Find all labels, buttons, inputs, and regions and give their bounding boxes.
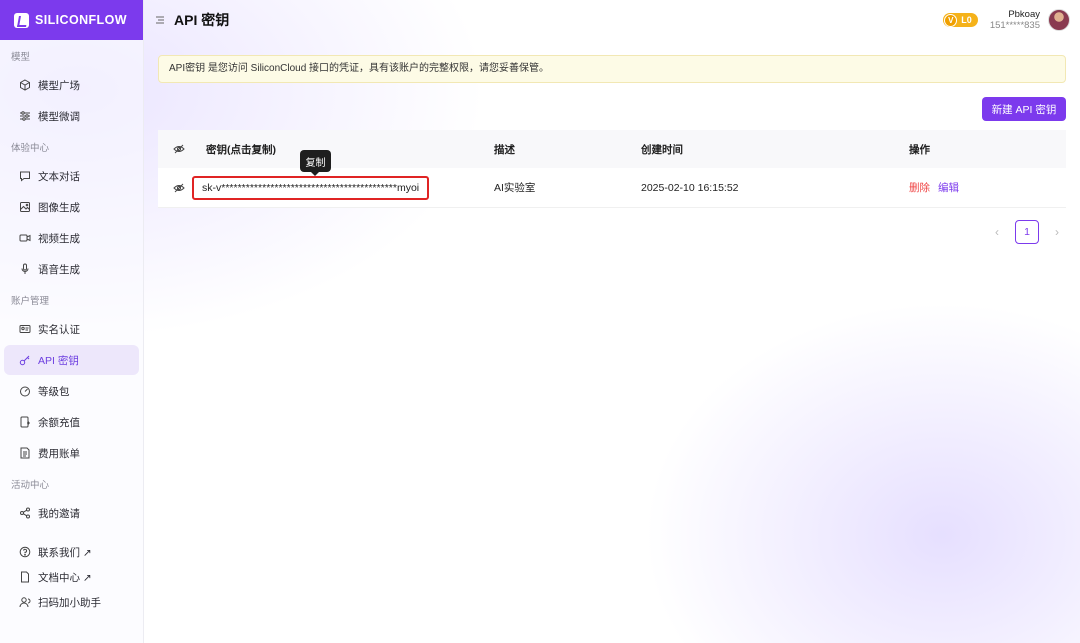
delete-link[interactable]: 删除 [909, 180, 930, 195]
user-name: Pbkoay [1008, 9, 1040, 20]
sidebar-item-label: 等级包 [38, 385, 70, 398]
column-header-created: 创建时间 [641, 143, 683, 156]
sidebar-item-image-gen[interactable]: 图像生成 [4, 192, 139, 222]
actions-cell: 删除 编辑 [909, 180, 1066, 195]
menu-collapse-icon[interactable] [154, 14, 166, 26]
user-phone: 151*****835 [989, 20, 1040, 31]
sidebar-item-label: 文本对话 [38, 170, 80, 183]
sidebar-item-video-gen[interactable]: 视频生成 [4, 223, 139, 253]
sidebar-item-assistant[interactable]: 扫码加小助手 [4, 590, 139, 614]
section-title-experience: 体验中心 [11, 143, 50, 154]
page-number-current[interactable]: 1 [1015, 220, 1039, 244]
sidebar-item-recharge[interactable]: 余额充值 [4, 407, 139, 437]
page-title: API 密钥 [174, 12, 230, 28]
sidebar-item-label: 语音生成 [38, 263, 80, 276]
description-cell: AI实验室 [494, 182, 536, 194]
key-cell: sk-v************************************… [192, 175, 494, 200]
sidebar-item-text-chat[interactable]: 文本对话 [4, 161, 139, 191]
section-title-account: 账户管理 [11, 296, 50, 307]
edit-link[interactable]: 编辑 [938, 180, 959, 195]
brand-logo[interactable]: SILICONFLOW [0, 0, 143, 40]
level-label: L0 [961, 15, 972, 25]
document-icon [19, 571, 31, 583]
video-icon [19, 232, 31, 244]
sidebar-item-label: 费用账单 [38, 447, 80, 460]
api-key-value[interactable]: sk-v************************************… [192, 175, 430, 200]
new-api-key-button[interactable]: 新建 API 密钥 [982, 97, 1066, 121]
sidebar-item-model-square[interactable]: 模型广场 [4, 70, 139, 100]
eye-off-icon [173, 182, 185, 194]
column-header-key: 密钥(点击复制) [206, 143, 276, 156]
sidebar-item-label: 图像生成 [38, 201, 80, 214]
level-badge[interactable]: V L0 [943, 13, 978, 27]
sidebar-item-voice-gen[interactable]: 语音生成 [4, 254, 139, 284]
user-area: V L0 Pbkoay 151*****835 [943, 0, 1070, 40]
share-icon [19, 507, 31, 519]
key-icon [19, 354, 31, 366]
sidebar-item-real-name[interactable]: 实名认证 [4, 314, 139, 344]
top-header: API 密钥 V L0 Pbkoay 151*****835 [144, 0, 1080, 40]
chat-icon [19, 170, 31, 182]
id-card-icon [19, 323, 31, 335]
chevron-left-icon[interactable]: ‹ [987, 220, 1007, 244]
help-icon [19, 546, 31, 558]
created-time-cell: 2025-02-10 16:15:52 [641, 181, 739, 194]
image-icon [19, 201, 31, 213]
column-header-actions: 操作 [909, 143, 930, 156]
cube-icon [19, 79, 31, 91]
sidebar-item-label: API 密钥 [38, 354, 79, 367]
brand-name: SILICONFLOW [35, 13, 127, 27]
microphone-icon [19, 263, 31, 275]
sidebar-footer: 联系我们 ↗ 文档中心 ↗ 扫码加小助手 [0, 540, 143, 614]
table-header: 密钥(点击复制) 描述 创建时间 操作 [158, 130, 1066, 168]
user-info[interactable]: Pbkoay 151*****835 [990, 9, 1040, 31]
sliders-icon [19, 110, 31, 122]
user-icon [19, 596, 31, 608]
recharge-icon [19, 416, 31, 428]
sidebar-item-invite[interactable]: 我的邀请 [4, 498, 139, 528]
sidebar-item-billing[interactable]: 费用账单 [4, 438, 139, 468]
sidebar-item-label: 文档中心 ↗ [38, 571, 92, 584]
sidebar-item-label: 联系我们 ↗ [38, 546, 92, 559]
sidebar-item-label: 余额充值 [38, 416, 80, 429]
sidebar-item-label: 实名认证 [38, 323, 80, 336]
section-title-models: 模型 [11, 52, 31, 63]
sidebar-item-label: 视频生成 [38, 232, 80, 245]
vip-icon: V [944, 13, 958, 27]
avatar[interactable] [1048, 9, 1070, 31]
pagination: ‹ 1 › [987, 220, 1067, 244]
sidebar-item-docs[interactable]: 文档中心 ↗ [4, 565, 139, 589]
copy-tooltip: 复制 [300, 150, 331, 176]
sidebar-item-label: 我的邀请 [38, 507, 80, 520]
sidebar: SILICONFLOW 模型 模型广场 模型微调 体验中心 文本对话 图像生成 … [0, 0, 144, 643]
sidebar-item-label: 模型微调 [38, 110, 80, 123]
eye-off-icon [173, 143, 185, 155]
api-keys-table: 密钥(点击复制) 描述 创建时间 操作 sk-v****************… [158, 130, 1066, 208]
sidebar-item-contact-us[interactable]: 联系我们 ↗ [4, 540, 139, 564]
sidebar-item-label: 扫码加小助手 [38, 596, 101, 609]
api-key-notice: API密钥 是您访问 SiliconCloud 接口的凭证，具有该账户的完整权限… [158, 55, 1066, 83]
sidebar-item-model-finetune[interactable]: 模型微调 [4, 101, 139, 131]
sidebar-item-label: 模型广场 [38, 79, 80, 92]
table-row: sk-v************************************… [158, 168, 1066, 208]
siliconflow-logo-icon [14, 12, 29, 28]
column-header-description: 描述 [494, 143, 515, 156]
sidebar-item-level-pack[interactable]: 等级包 [4, 376, 139, 406]
bill-icon [19, 447, 31, 459]
eye-toggle-all[interactable] [158, 143, 200, 155]
section-title-activity: 活动中心 [11, 480, 50, 491]
chevron-right-icon[interactable]: › [1047, 220, 1067, 244]
sidebar-item-api-keys[interactable]: API 密钥 [4, 345, 139, 375]
gauge-icon [19, 385, 31, 397]
